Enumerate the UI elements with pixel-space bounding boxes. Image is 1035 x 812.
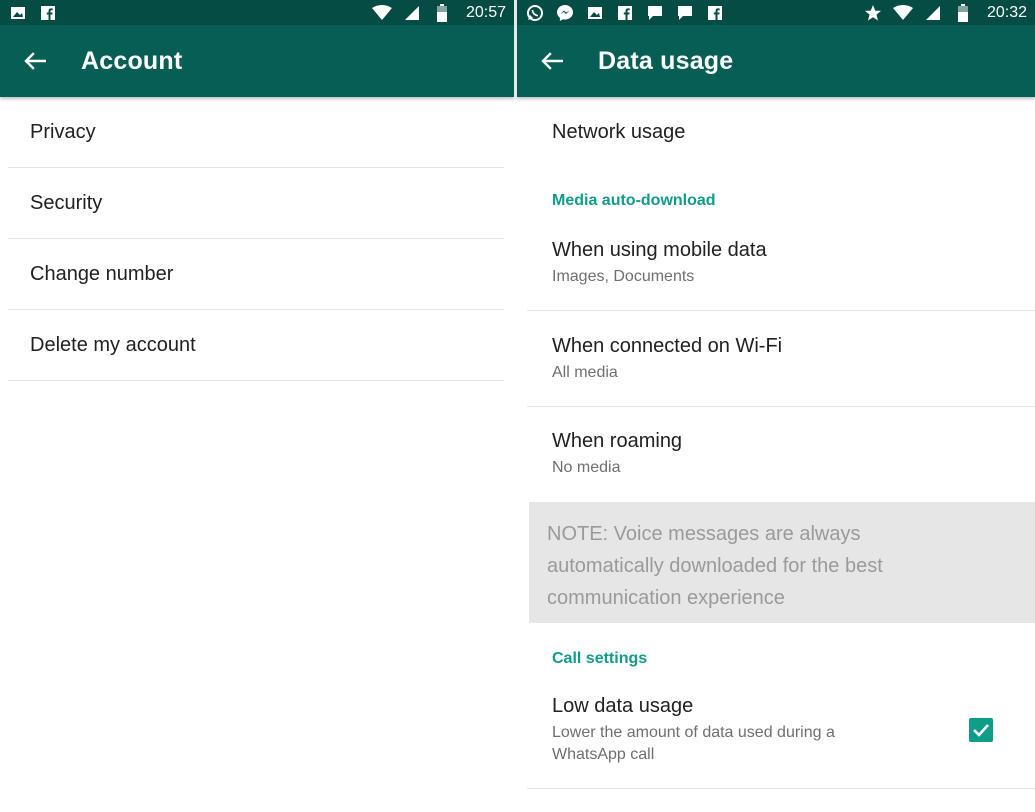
wifi-title: When connected on Wi-Fi [552,335,783,357]
privacy-label: Privacy [30,121,96,143]
voice-message-note: NOTE: Voice messages are always automati… [529,502,1035,623]
wifi-item[interactable]: When connected on Wi-Fi All media [517,311,1035,406]
wifi-subtitle: All media [552,364,618,381]
signal-icon [402,3,422,23]
low-data-usage-title: Low data usage [552,695,694,717]
toolbar: Account [0,25,514,97]
mobile-data-subtitle: Images, Documents [552,268,695,285]
wifi-icon [892,3,913,23]
security-label: Security [30,192,103,214]
low-data-usage-checkbox[interactable] [969,718,993,742]
image-notification-icon [585,3,605,23]
star-icon [863,3,883,23]
note-line: communication experience [547,587,785,609]
arrow-back-icon[interactable] [23,49,47,73]
delete-account-item[interactable]: Delete my account [0,310,514,381]
low-data-usage-subtitle: WhatsApp call [552,746,655,763]
toolbar: Data usage [517,25,1035,97]
privacy-item[interactable]: Privacy [0,97,514,168]
change-number-label: Change number [30,263,174,285]
wifi-icon [371,3,392,23]
battery-icon [953,3,973,23]
note-line: NOTE: Voice messages are always [547,523,861,545]
image-notification-icon [8,3,28,23]
arrow-back-icon[interactable] [540,49,564,73]
battery-icon [432,3,452,23]
delete-account-label: Delete my account [30,334,196,356]
whatsapp-notification-icon [525,3,545,23]
roaming-item[interactable]: When roaming No media [517,407,1035,502]
page-title: Data usage [598,46,734,75]
account-screen: 20:57 Account Privacy Security Change nu… [0,0,514,812]
chat-notification-icon [645,3,665,23]
change-number-item[interactable]: Change number [0,239,514,310]
note-line: automatically downloaded for the best [547,555,883,577]
chat-notification-icon [675,3,695,23]
divider [527,788,1035,789]
low-data-usage-subtitle: Lower the amount of data used during a [552,724,835,741]
data-usage-screen: 20:32 Data usage Network usage Media aut… [517,0,1035,812]
roaming-title: When roaming [552,430,683,452]
roaming-subtitle: No media [552,459,621,476]
network-usage-item[interactable]: Network usage [517,97,1035,169]
facebook-notification-icon [615,3,635,23]
mobile-data-item[interactable]: When using mobile data Images, Documents [517,226,1035,310]
status-bar: 20:57 [0,0,514,25]
media-auto-download-header: Media auto-download [552,192,716,209]
page-title: Account [81,46,183,75]
status-time: 20:57 [465,3,506,21]
account-options-list: Privacy Security Change number Delete my… [0,97,514,381]
network-usage-label: Network usage [552,121,686,143]
signal-icon [923,3,943,23]
facebook-notification-icon [38,3,58,23]
call-settings-header: Call settings [552,650,648,667]
facebook-notification-icon [705,3,725,23]
mobile-data-title: When using mobile data [552,239,767,261]
low-data-usage-item[interactable]: Low data usage Lower the amount of data … [517,684,1035,788]
checkmark-icon [973,724,989,737]
security-item[interactable]: Security [0,168,514,239]
status-bar: 20:32 [517,0,1035,25]
status-time: 20:32 [986,3,1027,21]
messenger-notification-icon [555,3,575,23]
